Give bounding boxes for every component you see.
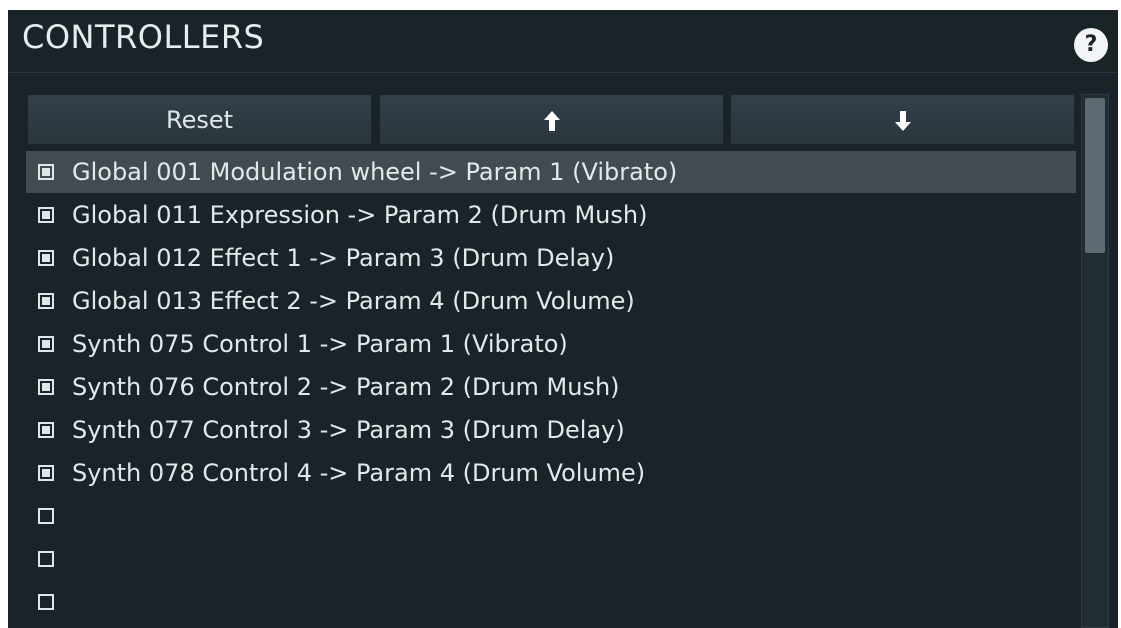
checkbox[interactable] bbox=[38, 465, 54, 481]
list-item[interactable]: Synth 078 Control 4 -> Param 4 (Drum Vol… bbox=[26, 452, 1076, 494]
list-item[interactable]: Global 013 Effect 2 -> Param 4 (Drum Vol… bbox=[26, 280, 1076, 322]
list-item-label: Global 011 Expression -> Param 2 (Drum M… bbox=[72, 201, 648, 229]
checkbox[interactable] bbox=[38, 336, 54, 352]
list-item[interactable] bbox=[26, 538, 1076, 580]
checkbox[interactable] bbox=[38, 594, 54, 610]
controllers-panel: CONTROLLERS ? Reset Global 001 Modulatio… bbox=[8, 10, 1118, 628]
checkbox[interactable] bbox=[38, 250, 54, 266]
list-item[interactable] bbox=[26, 581, 1076, 623]
move-down-button[interactable] bbox=[730, 94, 1075, 145]
list-item[interactable]: Global 011 Expression -> Param 2 (Drum M… bbox=[26, 194, 1076, 236]
list-item[interactable]: Synth 076 Control 2 -> Param 2 (Drum Mus… bbox=[26, 366, 1076, 408]
checkbox[interactable] bbox=[38, 207, 54, 223]
scrollbar[interactable] bbox=[1081, 94, 1109, 628]
arrow-down-icon bbox=[894, 111, 911, 131]
list-item-label: Global 001 Modulation wheel -> Param 1 (… bbox=[72, 158, 678, 186]
checkbox[interactable] bbox=[38, 293, 54, 309]
list-item[interactable] bbox=[26, 495, 1076, 537]
list-item-label: Synth 077 Control 3 -> Param 3 (Drum Del… bbox=[72, 416, 625, 444]
list-item-label: Global 012 Effect 1 -> Param 3 (Drum Del… bbox=[72, 244, 615, 272]
move-up-button[interactable] bbox=[379, 94, 724, 145]
arrow-up-icon bbox=[543, 111, 560, 131]
checkbox[interactable] bbox=[38, 379, 54, 395]
list-item-label: Synth 076 Control 2 -> Param 2 (Drum Mus… bbox=[72, 373, 620, 401]
list-item-label: Global 013 Effect 2 -> Param 4 (Drum Vol… bbox=[72, 287, 635, 315]
checkbox[interactable] bbox=[38, 551, 54, 567]
list-item[interactable]: Synth 077 Control 3 -> Param 3 (Drum Del… bbox=[26, 409, 1076, 451]
page-title: CONTROLLERS bbox=[22, 18, 265, 56]
list-item[interactable]: Global 012 Effect 1 -> Param 3 (Drum Del… bbox=[26, 237, 1076, 279]
list-item-label: Synth 075 Control 1 -> Param 1 (Vibrato) bbox=[72, 330, 568, 358]
panel-header: CONTROLLERS ? bbox=[8, 10, 1118, 73]
checkbox[interactable] bbox=[38, 508, 54, 524]
scrollbar-thumb[interactable] bbox=[1085, 98, 1105, 253]
reset-button[interactable]: Reset bbox=[27, 94, 372, 145]
controller-list: Global 001 Modulation wheel -> Param 1 (… bbox=[26, 151, 1076, 628]
checkbox[interactable] bbox=[38, 164, 54, 180]
help-button[interactable]: ? bbox=[1074, 28, 1108, 62]
checkbox[interactable] bbox=[38, 422, 54, 438]
list-item[interactable]: Global 001 Modulation wheel -> Param 1 (… bbox=[26, 151, 1076, 193]
list-item-label: Synth 078 Control 4 -> Param 4 (Drum Vol… bbox=[72, 459, 646, 487]
list-item[interactable]: Synth 075 Control 1 -> Param 1 (Vibrato) bbox=[26, 323, 1076, 365]
